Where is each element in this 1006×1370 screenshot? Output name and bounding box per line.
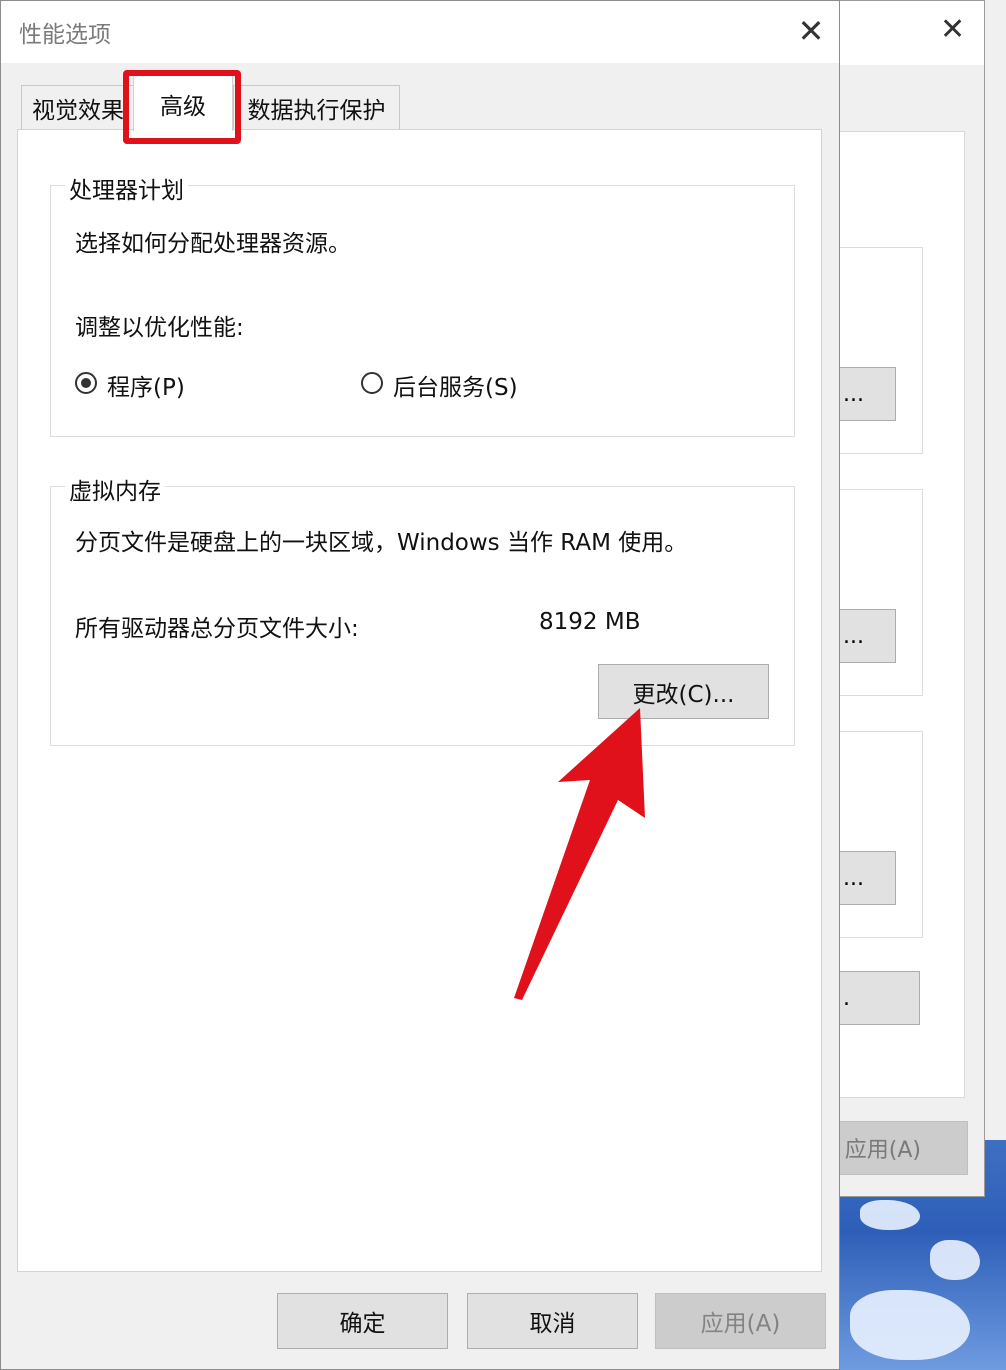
background-group-2 [836, 489, 923, 696]
apply-button[interactable]: 应用(A) [655, 1293, 826, 1349]
tab-visual-effects[interactable]: 视觉效果 [21, 85, 135, 129]
background-close-icon[interactable]: ✕ [940, 15, 965, 45]
background-apply-button[interactable]: 应用(A) [836, 1121, 968, 1175]
advanced-tab-highlight-box [123, 70, 241, 144]
close-icon[interactable]: ✕ [791, 11, 831, 51]
virtual-memory-group: 虚拟内存 分页文件是硬盘上的一块区域，Windows 当作 RAM 使用。 所有… [50, 472, 795, 746]
virtual-memory-legend: 虚拟内存 [65, 472, 165, 506]
background-env-button[interactable]: . [836, 971, 920, 1025]
tab-data-execution-prevention[interactable]: 数据执行保护 [233, 85, 400, 129]
radio-background-services-indicator[interactable] [361, 372, 383, 394]
background-settings-button-1[interactable]: ... [836, 367, 896, 421]
paging-file-total-value: 8192 MB [539, 609, 641, 635]
tab-panel-advanced: 处理器计划 选择如何分配处理器资源。 调整以优化性能: 程序(P) 后台服务(S… [17, 129, 822, 1272]
background-group-3 [836, 731, 923, 938]
dialog-title: 性能选项 [19, 22, 111, 48]
paging-file-total-label: 所有驱动器总分页文件大小: [75, 616, 359, 642]
background-window: ✕ ... ... ... . 应用(A) [835, 0, 985, 1197]
performance-options-dialog: 性能选项 ✕ 处理器计划 选择如何分配处理器资源。 调整以优化性能: 程序(P)… [0, 0, 840, 1370]
background-window-titlebar: ✕ [836, 1, 984, 65]
processor-scheduling-group: 处理器计划 选择如何分配处理器资源。 调整以优化性能: 程序(P) 后台服务(S… [50, 171, 795, 437]
red-arrow-annotation-icon [514, 708, 645, 1000]
processor-scheduling-legend: 处理器计划 [65, 171, 188, 205]
dialog-titlebar: 性能选项 ✕ [1, 1, 839, 63]
background-settings-button-2[interactable]: ... [836, 609, 896, 663]
processor-description: 选择如何分配处理器资源。 [75, 231, 351, 257]
virtual-memory-description: 分页文件是硬盘上的一块区域，Windows 当作 RAM 使用。 [75, 530, 688, 556]
ok-button[interactable]: 确定 [277, 1293, 448, 1349]
background-group-1 [836, 247, 923, 454]
radio-background-services-label: 后台服务(S) [393, 375, 518, 401]
cancel-button[interactable]: 取消 [467, 1293, 638, 1349]
radio-background-services[interactable]: 后台服务(S) [361, 368, 581, 401]
radio-programs[interactable]: 程序(P) [75, 368, 275, 401]
adjust-performance-label: 调整以优化性能: [75, 315, 244, 341]
background-settings-button-3[interactable]: ... [836, 851, 896, 905]
radio-programs-indicator[interactable] [75, 372, 97, 394]
radio-programs-label: 程序(P) [107, 375, 185, 401]
